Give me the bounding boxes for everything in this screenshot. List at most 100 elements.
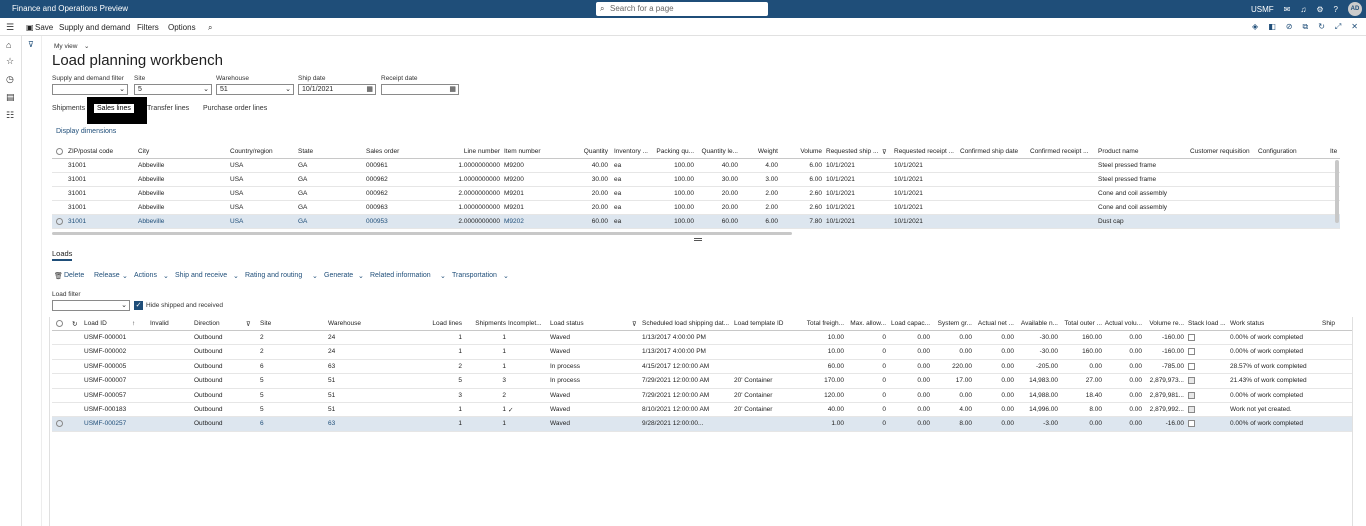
select-all-radio[interactable]	[56, 320, 63, 327]
column-header[interactable]: Weight	[740, 148, 778, 155]
stack-load-checkbox[interactable]	[1188, 348, 1195, 356]
calendar-icon[interactable]: ▦	[366, 85, 373, 93]
column-header[interactable]: Load ID	[84, 320, 138, 327]
sales-vertical-scrollbar[interactable]	[1335, 160, 1339, 223]
filters-button[interactable]: Filters	[137, 23, 159, 32]
release-menu[interactable]: Release	[94, 272, 120, 279]
tab-transfer-lines[interactable]: Transfer lines	[147, 105, 189, 112]
menu-icon[interactable]: ☰	[6, 22, 14, 33]
column-header[interactable]: Requested ship ...	[826, 148, 888, 155]
column-filter-icon[interactable]: ⊽	[632, 320, 637, 328]
table-row[interactable]: 31001 Abbeville USA GA 000961 1.0000000000 M92…	[52, 159, 1340, 173]
stack-load-checkbox[interactable]	[1188, 377, 1195, 385]
column-header[interactable]: Load lines	[396, 320, 462, 327]
column-header[interactable]: Sales order	[366, 148, 446, 155]
table-row[interactable]: USMF-000005 Outbound 6 63 2 1 In process 4/15/2…	[52, 360, 1352, 374]
column-header[interactable]: Direction	[194, 320, 252, 327]
chat-icon[interactable]: ✉	[1284, 5, 1291, 14]
workspace-icon[interactable]: ▤	[6, 92, 15, 103]
column-header[interactable]: ZIP/postal code	[68, 148, 128, 155]
column-header[interactable]: Packing qu...	[656, 148, 694, 155]
shipdate-field[interactable]: 10/1/2021 ▦	[298, 84, 376, 95]
stack-load-checkbox[interactable]	[1188, 391, 1195, 399]
stack-load-checkbox[interactable]	[1188, 334, 1195, 341]
column-header[interactable]: Work status	[1230, 320, 1318, 327]
table-row[interactable]: USMF-000257 Outbound 6 63 1 1 Waved 9/28/2021 1…	[52, 417, 1352, 432]
save-icon[interactable]: ▣	[26, 23, 34, 32]
stack-load-checkbox[interactable]	[1188, 362, 1195, 370]
column-header[interactable]: Ite	[1330, 148, 1340, 155]
column-header[interactable]: Incomplet...	[508, 320, 548, 327]
help-icon[interactable]: ?	[1334, 5, 1338, 14]
company-picker[interactable]: USMF	[1251, 5, 1274, 14]
close-icon[interactable]: ✕	[1351, 22, 1358, 32]
table-row[interactable]: USMF-000183 Outbound 5 51 1 1 ✓ Waved 8/10/2021 …	[52, 403, 1352, 417]
actions-menu[interactable]: Actions	[134, 272, 157, 279]
table-row[interactable]: 31001 Abbeville USA GA 000962 1.0000000000 M92…	[52, 173, 1340, 187]
column-header[interactable]: Confirmed ship date	[960, 148, 1024, 155]
star-icon[interactable]: ☆	[6, 56, 14, 67]
search-icon[interactable]: ⌕	[208, 23, 212, 33]
column-header[interactable]: Quantity le...	[698, 148, 739, 155]
display-dimensions-button[interactable]: Display dimensions	[56, 128, 116, 135]
load-filter-select[interactable]: ⌄	[52, 300, 130, 311]
delete-button[interactable]: Delete	[64, 272, 84, 279]
office-icon[interactable]: ◧	[1268, 22, 1276, 32]
gear-icon[interactable]: ⚙	[1316, 5, 1323, 14]
refresh-icon[interactable]: ↻	[1318, 22, 1325, 32]
column-header[interactable]: Country/region	[230, 148, 294, 155]
select-all-radio[interactable]	[56, 148, 63, 155]
column-header[interactable]: Total outer ...	[1060, 320, 1102, 327]
link-icon[interactable]: ◈	[1252, 22, 1258, 32]
rating-routing-menu[interactable]: Rating and routing	[245, 272, 302, 279]
chevron-down-icon[interactable]: ⌄	[84, 42, 89, 50]
site-select[interactable]: 5 ⌄	[134, 84, 212, 95]
hide-shipped-checkbox[interactable]: ✓	[134, 301, 143, 310]
tab-shipments[interactable]: Shipments	[52, 105, 85, 112]
column-header[interactable]: Invalid	[150, 320, 190, 327]
attach-icon[interactable]: ⊘	[1286, 22, 1293, 32]
column-header[interactable]: Configuration	[1258, 148, 1324, 155]
table-row[interactable]: 31001 Abbeville USA GA 000963 1.0000000000 M92…	[52, 201, 1340, 215]
sd-filter-select[interactable]: ⌄	[52, 84, 128, 95]
column-filter-icon[interactable]: ⊽	[246, 320, 251, 328]
column-header[interactable]: Volume re...	[1144, 320, 1184, 327]
generate-menu[interactable]: Generate	[324, 272, 353, 279]
column-header[interactable]: Max. allow...	[848, 320, 886, 327]
column-header[interactable]: Available n...	[1018, 320, 1058, 327]
row-select-radio[interactable]	[56, 420, 63, 428]
column-header[interactable]: Stack load ...	[1188, 320, 1228, 327]
splitter-handle[interactable]	[694, 238, 702, 241]
column-header[interactable]: Line number	[448, 148, 500, 155]
column-header[interactable]: Load status	[550, 320, 638, 327]
table-row[interactable]: USMF-000057 Outbound 5 51 3 2 Waved 7/29/2021 1…	[52, 389, 1352, 403]
table-row[interactable]: USMF-000007 Outbound 5 51 5 3 In process 7/29/2…	[52, 374, 1352, 388]
supply-demand-button[interactable]: Supply and demand	[59, 23, 130, 32]
table-row[interactable]: USMF-000001 Outbound 2 24 1 1 Waved 1/13/2017 4…	[52, 331, 1352, 345]
stack-load-checkbox[interactable]	[1188, 406, 1195, 413]
column-header[interactable]: Requested receipt ...	[894, 148, 960, 155]
column-header[interactable]: Quantity	[554, 148, 608, 155]
column-header[interactable]: State	[298, 148, 362, 155]
home-icon[interactable]: ⌂	[6, 40, 11, 50]
column-header[interactable]: Actual volu...	[1102, 320, 1142, 327]
column-header[interactable]: Actual net ...	[974, 320, 1014, 327]
popout-icon[interactable]: ⧉	[1302, 22, 1308, 32]
fullscreen-icon[interactable]: ⤢	[1335, 22, 1341, 32]
receiptdate-field[interactable]: ▦	[381, 84, 459, 95]
column-header[interactable]: Load capac...	[888, 320, 930, 327]
tab-sales-lines[interactable]: Sales lines	[87, 97, 147, 124]
calendar-icon[interactable]: ▦	[449, 85, 456, 93]
column-header[interactable]: Total freigh...	[796, 320, 844, 327]
column-header[interactable]: System gr...	[930, 320, 972, 327]
refresh-icon[interactable]: ↻	[72, 320, 77, 328]
related-info-menu[interactable]: Related information	[370, 272, 431, 279]
clock-icon[interactable]: ◷	[6, 74, 14, 85]
transportation-menu[interactable]: Transportation	[452, 272, 497, 279]
column-header[interactable]: Shipments	[466, 320, 506, 327]
table-row[interactable]: 31001 Abbeville USA GA 000953 2.0000000000 M92…	[52, 215, 1340, 229]
tab-purchase-lines[interactable]: Purchase order lines	[203, 105, 267, 112]
bell-icon[interactable]: ♫	[1300, 5, 1306, 14]
sort-ascending-icon[interactable]: ↑	[132, 320, 135, 327]
column-header[interactable]: Confirmed receipt ...	[1030, 148, 1094, 155]
